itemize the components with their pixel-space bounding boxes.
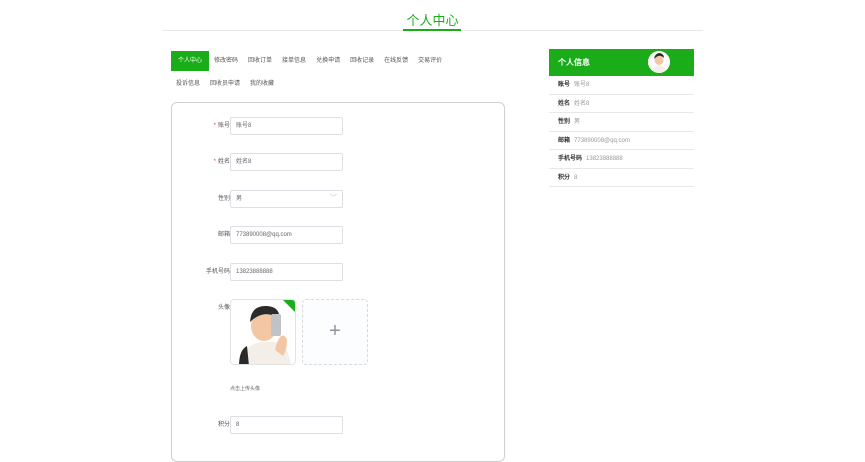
title-underline: [403, 29, 461, 31]
tab-my-favorites[interactable]: 我的收藏: [245, 74, 279, 94]
name-input[interactable]: 姓名8: [230, 153, 343, 171]
gender-select[interactable]: 男 ﹀: [230, 190, 343, 208]
points-input[interactable]: 8: [230, 416, 343, 434]
avatar-image: [231, 300, 295, 364]
profile-info-header: 个人信息: [549, 49, 694, 76]
phone-row: 手机号码 13823888888: [172, 263, 502, 283]
avatar-upload-hint: 点击上传头像: [230, 386, 261, 392]
points-label: 积分: [217, 422, 230, 428]
required-mark: *: [213, 159, 216, 165]
required-mark: *: [213, 123, 216, 129]
gender-label: 性别: [217, 196, 230, 202]
email-row: 邮箱 773890008@qq.com: [172, 226, 502, 246]
tab-change-password[interactable]: 修改密码: [209, 51, 243, 71]
plus-icon: +: [329, 320, 341, 342]
chevron-down-icon: ﹀: [330, 195, 337, 202]
info-row-account: 账号 账号8: [549, 76, 694, 95]
tab-order-info[interactable]: 接单信息: [277, 51, 311, 71]
tab-profile[interactable]: 个人中心: [171, 51, 210, 71]
tab-complaints[interactable]: 投诉信息: [171, 74, 205, 94]
tab-bar: 个人中心 修改密码 回收订单 接单信息 兑换申请 回收记录 在线反馈 交易评价 投诉信息 回收员…: [171, 49, 501, 94]
phone-label: 手机号码: [205, 269, 230, 275]
tab-exchange-request[interactable]: 兑换申请: [311, 51, 345, 71]
account-label: * 账号: [213, 123, 230, 129]
tab-recycle-orders[interactable]: 回收订单: [243, 51, 277, 71]
name-row: * 姓名 姓名8: [172, 153, 502, 173]
tab-recycle-records[interactable]: 回收记录: [345, 51, 379, 71]
profile-info-title: 个人信息: [558, 58, 590, 67]
name-label: * 姓名: [213, 159, 230, 165]
info-row-gender: 性别男: [549, 113, 694, 132]
account-row: * 账号 账号8: [172, 117, 502, 137]
avatar-preview[interactable]: [230, 299, 296, 365]
page-title: 个人中心: [406, 13, 459, 28]
profile-form: * 账号 账号8 * 姓名 姓名8 性别 男 ﹀ 邮箱 773890008@qq.co…: [171, 102, 505, 462]
info-row-phone: 手机号码 13823888888: [549, 150, 694, 169]
avatar-upload-button[interactable]: +: [302, 299, 368, 365]
points-row: 积分 8: [172, 416, 502, 436]
tab-trade-reviews[interactable]: 交易评价: [413, 51, 447, 71]
account-input[interactable]: 账号8: [230, 117, 343, 135]
profile-info-card: 个人信息 账号 账号8 姓名 姓名8 性别男 邮箱 773890008@qq.com …: [549, 49, 694, 187]
avatar-label: 头像: [217, 305, 230, 311]
avatar: [648, 51, 670, 73]
email-input[interactable]: 773890008@qq.com: [230, 226, 343, 244]
email-label: 邮箱: [217, 232, 230, 238]
info-row-points: 积分 8: [549, 169, 694, 187]
tab-online-feedback[interactable]: 在线反馈: [379, 51, 413, 71]
phone-input[interactable]: 13823888888: [230, 263, 343, 281]
info-row-name: 姓名 姓名8: [549, 95, 694, 113]
gender-row: 性别 男 ﹀: [172, 190, 502, 210]
info-row-email: 邮箱 773890008@qq.com: [549, 132, 694, 150]
tab-recycler-application[interactable]: 回收员申请: [205, 74, 245, 94]
